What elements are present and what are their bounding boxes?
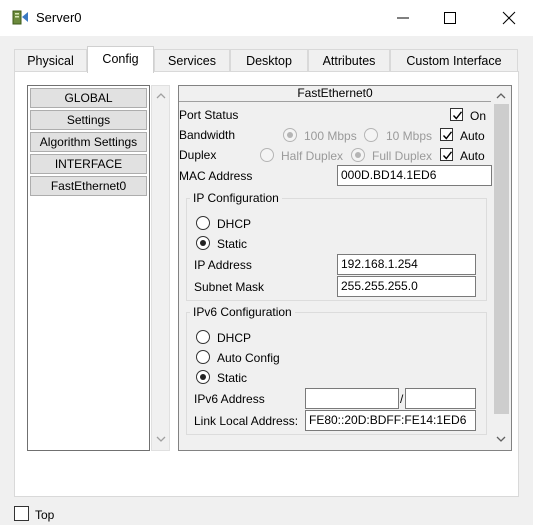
nav-fastethernet0[interactable]: FastEthernet0 [30,176,147,196]
bandwidth-label: Bandwidth [179,128,236,142]
ipv6-auto-config-label: Auto Config [217,351,280,365]
minimize-button[interactable] [380,0,426,36]
title-bar: Server0 [0,0,533,36]
bandwidth-10-radio[interactable] [364,128,378,142]
top-checkbox[interactable] [14,506,29,521]
ipv4-dhcp-radio[interactable] [196,216,210,230]
ipv6-address-field[interactable] [305,388,399,409]
port-status-on-label: On [470,109,487,123]
duplex-auto-checkbox[interactable] [440,148,453,161]
tab-services[interactable]: Services [154,49,230,72]
config-panel: GLOBAL Settings Algorithm Settings INTER… [14,71,519,497]
bandwidth-100-label: 100 Mbps [304,129,357,143]
config-nav-list: GLOBAL Settings Algorithm Settings INTER… [27,85,150,451]
detail-scrollbar[interactable] [492,86,511,450]
ipv6-prefix-field[interactable] [405,388,476,409]
tab-physical[interactable]: Physical [14,49,87,72]
mac-address-field[interactable]: 000D.BD14.1ED6 [337,165,492,186]
check-icon [452,111,463,120]
close-icon [502,11,516,25]
nav-global[interactable]: GLOBAL [30,88,147,108]
interface-detail-pane: FastEthernet0 Port Status On Bandwidth 1… [178,85,512,451]
top-label: Top [35,508,55,522]
link-local-address-label: Link Local Address: [194,414,299,428]
bandwidth-100-radio[interactable] [283,128,297,142]
full-duplex-radio[interactable] [351,148,365,162]
ip-configuration-title: IP Configuration [190,191,282,205]
window-title: Server0 [36,10,82,25]
scroll-down-icon[interactable] [152,432,169,448]
ipv6-static-label: Static [217,371,248,385]
maximize-button[interactable] [427,0,473,36]
link-local-address-field[interactable]: FE80::20D:BDFF:FE14:1ED6 [305,410,476,431]
nav-scrollbar[interactable] [151,85,170,451]
ipv6-static-radio[interactable] [196,370,210,384]
full-duplex-label: Full Duplex [372,149,433,163]
ipv6-address-label: IPv6 Address [194,392,265,406]
tab-attributes[interactable]: Attributes [308,49,390,72]
nav-interface[interactable]: INTERFACE [30,154,147,174]
maximize-icon [444,12,456,24]
scroll-up-icon[interactable] [152,88,169,104]
duplex-label: Duplex [179,148,217,162]
minimize-icon [397,17,409,19]
check-icon [442,151,453,160]
subnet-mask-label: Subnet Mask [194,280,265,294]
nav-settings[interactable]: Settings [30,110,147,130]
ipv4-static-label: Static [217,237,248,251]
ipv6-configuration-title: IPv6 Configuration [190,305,295,319]
ipv6-auto-config-radio[interactable] [196,350,210,364]
scroll-thumb[interactable] [494,104,509,414]
bandwidth-10-label: 10 Mbps [386,129,433,143]
tab-desktop[interactable]: Desktop [230,49,308,72]
check-icon [442,131,453,140]
tab-custom-interface[interactable]: Custom Interface [390,49,518,72]
half-duplex-label: Half Duplex [281,149,344,163]
nav-algorithm-settings[interactable]: Algorithm Settings [30,132,147,152]
close-button[interactable] [486,0,532,36]
ipv6-dhcp-radio[interactable] [196,330,210,344]
ip-address-label: IP Address [194,258,252,272]
scroll-down-icon[interactable] [492,432,511,448]
ipv4-dhcp-label: DHCP [217,217,252,231]
server-app-icon [10,9,30,27]
scroll-up-icon[interactable] [492,88,511,104]
ipv4-static-radio[interactable] [196,236,210,250]
bandwidth-auto-label: Auto [460,129,485,143]
port-status-checkbox[interactable] [450,108,463,121]
port-status-label: Port Status [179,108,239,122]
half-duplex-radio[interactable] [260,148,274,162]
interface-title: FastEthernet0 [179,86,491,102]
bandwidth-auto-checkbox[interactable] [440,128,453,141]
subnet-mask-field[interactable]: 255.255.255.0 [337,276,476,297]
ip-address-field[interactable]: 192.168.1.254 [337,254,476,275]
prefix-separator: / [400,392,404,406]
tab-config[interactable]: Config [87,46,154,73]
duplex-auto-label: Auto [460,149,485,163]
mac-address-label: MAC Address [179,169,253,183]
ipv6-dhcp-label: DHCP [217,331,252,345]
